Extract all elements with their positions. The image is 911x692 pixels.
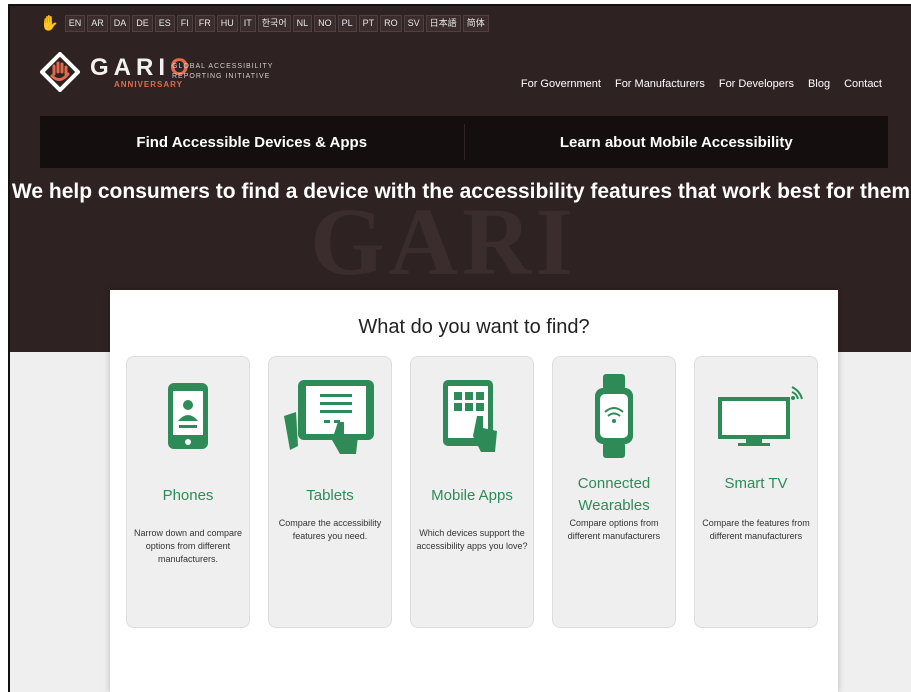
card-wearables[interactable]: Connected Wearables Compare options from… <box>552 356 676 628</box>
hero-headline: We help consumers to find a device with … <box>11 180 911 203</box>
card-tablets[interactable]: Tablets Compare the accessibility featur… <box>268 356 392 628</box>
hand-logo-icon <box>40 52 80 92</box>
lang-fr[interactable]: FR <box>194 14 215 32</box>
nav-blog[interactable]: Blog <box>808 78 830 90</box>
logo-subtitle: GLOBAL ACCESSIBILITY REPORTING INITIATIV… <box>172 63 274 80</box>
lang-zh[interactable]: 简体 <box>462 14 489 32</box>
panel-title: What do you want to find? <box>358 316 590 338</box>
lang-hu[interactable]: HU <box>216 14 238 32</box>
card-mobile-apps[interactable]: Mobile Apps Which devices support the ac… <box>410 356 534 628</box>
main-nav: For Government For Manufacturers For Dev… <box>521 78 882 90</box>
card-smart-tv-desc: Compare the features from different manu… <box>702 518 810 541</box>
lang-ko[interactable]: 한국어 <box>257 14 291 32</box>
lang-it[interactable]: IT <box>239 14 256 32</box>
lang-nl[interactable]: NL <box>292 14 313 32</box>
lang-ja[interactable]: 日本語 <box>425 14 461 32</box>
category-cards: Phones Narrow down and compare options f… <box>126 356 818 628</box>
lang-ro[interactable]: RO <box>380 14 402 32</box>
card-phones-title: Phones <box>162 487 214 504</box>
nav-contact[interactable]: Contact <box>844 78 882 90</box>
card-tablets-title: Tablets <box>306 487 354 504</box>
tab-find-devices[interactable]: Find Accessible Devices & Apps <box>40 116 464 168</box>
find-panel: What do you want to find? Phones Narrow … <box>110 290 838 692</box>
lang-pl[interactable]: PL <box>337 14 357 32</box>
nav-government[interactable]: For Government <box>521 78 601 90</box>
smartwatch-icon <box>553 371 675 461</box>
nav-developers[interactable]: For Developers <box>719 78 794 90</box>
lang-da[interactable]: DA <box>109 14 131 32</box>
card-phones[interactable]: Phones Narrow down and compare options f… <box>126 356 250 628</box>
lang-fi[interactable]: FI <box>176 14 193 32</box>
card-tablets-desc: Compare the accessibility features you n… <box>278 518 382 541</box>
lang-es[interactable]: ES <box>154 14 175 32</box>
nav-manufacturers[interactable]: For Manufacturers <box>615 78 705 90</box>
mobile-apps-icon <box>411 371 533 461</box>
card-phones-desc: Narrow down and compare options from dif… <box>133 528 243 564</box>
card-mobile-apps-title: Mobile Apps <box>431 487 513 504</box>
tab-learn-mobile[interactable]: Learn about Mobile Accessibility <box>465 116 889 168</box>
card-wearables-title: Connected Wearables <box>577 475 651 514</box>
tablet-icon <box>269 371 391 461</box>
card-smart-tv-title: Smart TV <box>724 475 788 492</box>
smart-tv-icon <box>695 371 817 461</box>
lang-de[interactable]: DE <box>132 14 153 32</box>
card-mobile-apps-desc: Which devices support the accessibility … <box>416 528 528 551</box>
phone-icon <box>127 371 249 461</box>
sign-language-icon: ✋ <box>40 15 59 32</box>
lang-en[interactable]: EN <box>64 14 86 32</box>
gario-logo[interactable]: GARIO ANNIVERSARY <box>40 52 194 92</box>
card-wearables-desc: Compare options from different manufactu… <box>567 518 661 541</box>
lang-pt[interactable]: PT <box>358 14 379 32</box>
lang-sv[interactable]: SV <box>403 14 424 32</box>
primary-tabbar: Find Accessible Devices & Apps Learn abo… <box>40 116 888 168</box>
language-bar: ✋ EN AR DA DE ES FI FR HU IT 한국어 NL NO P… <box>10 12 491 34</box>
lang-no[interactable]: NO <box>314 14 336 32</box>
card-smart-tv[interactable]: Smart TV Compare the features from diffe… <box>694 356 818 628</box>
page-frame: ✋ EN AR DA DE ES FI FR HU IT 한국어 NL NO P… <box>8 4 911 692</box>
lang-ar[interactable]: AR <box>87 14 108 32</box>
